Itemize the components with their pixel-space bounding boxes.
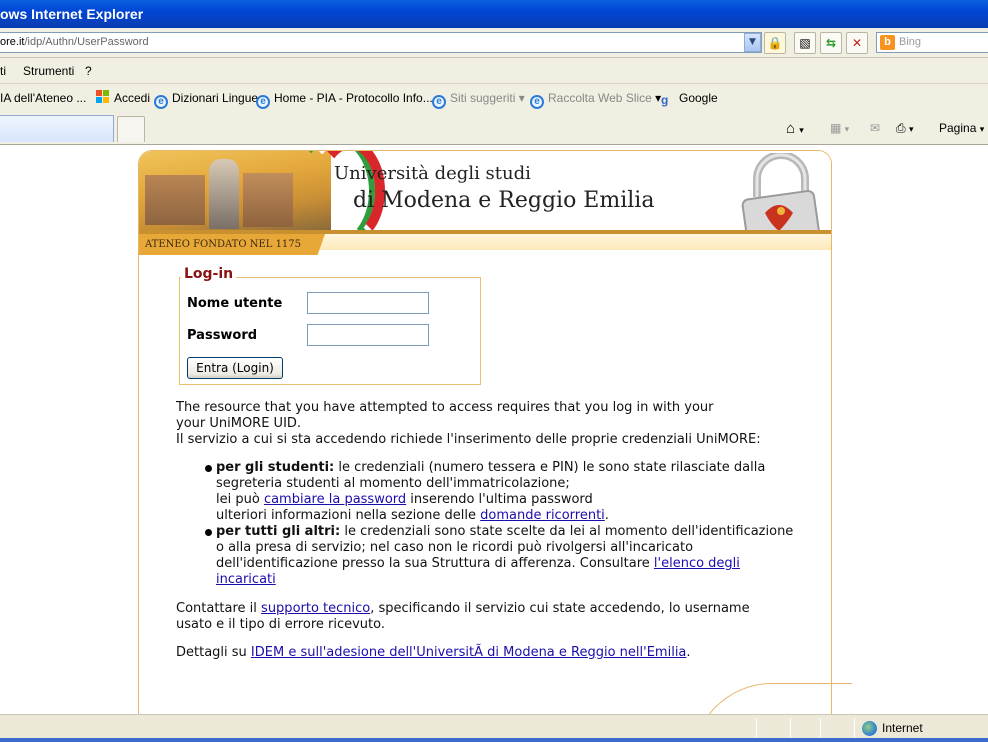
bullet-others-line3: dell'identificazione presso la sua Strut… [216, 556, 740, 571]
tab-current[interactable] [0, 115, 114, 142]
home-icon[interactable]: ⌂ ▾ [786, 112, 804, 145]
content-frame: Università degli studi di Modena e Reggi… [138, 150, 832, 714]
support-link[interactable]: supporto tecnico [261, 601, 370, 616]
page-menu[interactable]: Pagina ▾ [939, 112, 984, 145]
windows-live-icon [96, 90, 110, 104]
favorites-bar: IA dell'Ateneo ... Accedi e Dizionari Lin… [0, 84, 988, 112]
fav-siti-suggeriti[interactable]: e Siti suggeriti ▾ [432, 84, 525, 112]
internet-zone-icon [862, 721, 877, 736]
university-name-line2: di Modena e Reggio Emilia [353, 188, 655, 213]
bullet-others-line2: o alla presa di servizio; nel caso non l… [216, 540, 694, 555]
menu-item-tools-partial[interactable]: ti [0, 58, 6, 84]
feeds-icon[interactable]: ▦ ▾ [830, 112, 849, 145]
username-label: Nome utente [187, 296, 283, 311]
address-toolbar: ore.it/idp/Authn/UserPassword ▼ 🔒 ▧ ⇆ ✕ … [0, 28, 988, 58]
bullet-students-line2: segreteria studenti al momento dell'imma… [216, 476, 570, 491]
command-bar: ⌂ ▾ ▦ ▾ ✉ ⎙ ▾ Pagina ▾ [0, 112, 988, 145]
fav-ateneo[interactable]: IA dell'Ateneo ... [0, 84, 86, 112]
bullet-students-line3: lei può cambiare la password inserendo l… [216, 492, 593, 507]
idem-link[interactable]: IDEM e sull'adesione dell'UniversitÃ di … [251, 645, 686, 660]
address-path: /idp/Authn/UserPassword [24, 36, 149, 48]
ie-suggested-icon: e [432, 95, 446, 109]
university-name-line1: Università degli studi [334, 163, 531, 184]
bullet-icon [205, 465, 212, 472]
intro-text-3: Il servizio a cui si sta accedendo richi… [176, 432, 761, 447]
founded-label: ATENEO FONDATO NEL 1175 [139, 234, 325, 255]
bullet-students-line4: ulteriori informazioni nella sezione del… [216, 508, 609, 523]
refresh-icon[interactable]: ⇆ [820, 32, 842, 54]
address-host: ore.it [0, 36, 25, 48]
contact-text-1: Contattare il supporto tecnico, specific… [176, 601, 750, 616]
incaricati-link[interactable]: l'elenco degli [654, 556, 740, 571]
username-input[interactable] [307, 292, 429, 314]
bullet-students-line1: per gli studenti: le credenziali (numero… [216, 460, 766, 475]
bullet-others-line1: per tutti gli altri: le credenziali sono… [216, 524, 794, 539]
login-legend: Log-in [181, 266, 237, 282]
fav-home-pia[interactable]: e Home - PIA - Protocollo Info... [256, 84, 433, 112]
menu-item-help[interactable]: ? [85, 58, 92, 84]
change-password-link[interactable]: cambiare la password [264, 492, 406, 507]
fav-accedi[interactable]: Accedi [96, 84, 150, 112]
window-title-bar: ows Internet Explorer [0, 0, 988, 28]
intro-text-1: The resource that you have attempted to … [176, 400, 714, 415]
fav-web-slice[interactable]: e Raccolta Web Slice ▾ [530, 84, 661, 112]
contact-text-2: usato e il tipo di errore ricevuto. [176, 617, 385, 632]
page-viewport: Università degli studi di Modena e Reggi… [0, 146, 988, 714]
fav-google[interactable]: g Google [661, 84, 718, 112]
new-tab-button[interactable] [117, 116, 145, 142]
login-button[interactable]: Entra (Login) [187, 357, 283, 379]
address-dropdown-icon[interactable]: ▼ [744, 33, 761, 52]
password-label: Password [187, 328, 258, 343]
stop-icon[interactable]: ✕ [846, 32, 868, 54]
security-zone-label: Internet [882, 721, 923, 735]
compatibility-view-icon[interactable]: ▧ [794, 32, 816, 54]
lock-icon[interactable]: 🔒 [764, 32, 786, 54]
mail-icon[interactable]: ✉ [870, 112, 880, 145]
details-text: Dettagli su IDEM e sull'adesione dell'Un… [176, 645, 691, 660]
menu-item-strumenti[interactable]: Strumenti [23, 58, 74, 84]
intro-text-2: your UniMORE UID. [176, 416, 302, 431]
header-banner: Università degli studi di Modena e Reggi… [139, 151, 831, 251]
menu-bar: ti Strumenti ? [0, 58, 988, 84]
ie-webslice-icon: e [530, 95, 544, 109]
fav-dizionari[interactable]: e Dizionari Lingue [154, 84, 258, 112]
faq-link[interactable]: domande ricorrenti [480, 508, 605, 523]
address-input[interactable]: ore.it/idp/Authn/UserPassword [0, 32, 762, 53]
google-icon: g [661, 93, 669, 107]
incaricati-link-cont[interactable]: incaricati [216, 572, 276, 587]
bing-icon: b [880, 35, 895, 50]
ie-page-icon: e [256, 95, 270, 109]
bullet-icon [205, 529, 212, 536]
print-icon[interactable]: ⎙ ▾ [896, 112, 913, 145]
password-input[interactable] [307, 324, 429, 346]
window-title: ows Internet Explorer [0, 6, 144, 22]
ie-page-icon: e [154, 95, 168, 109]
bullet-others-line4: incaricati [216, 572, 276, 588]
